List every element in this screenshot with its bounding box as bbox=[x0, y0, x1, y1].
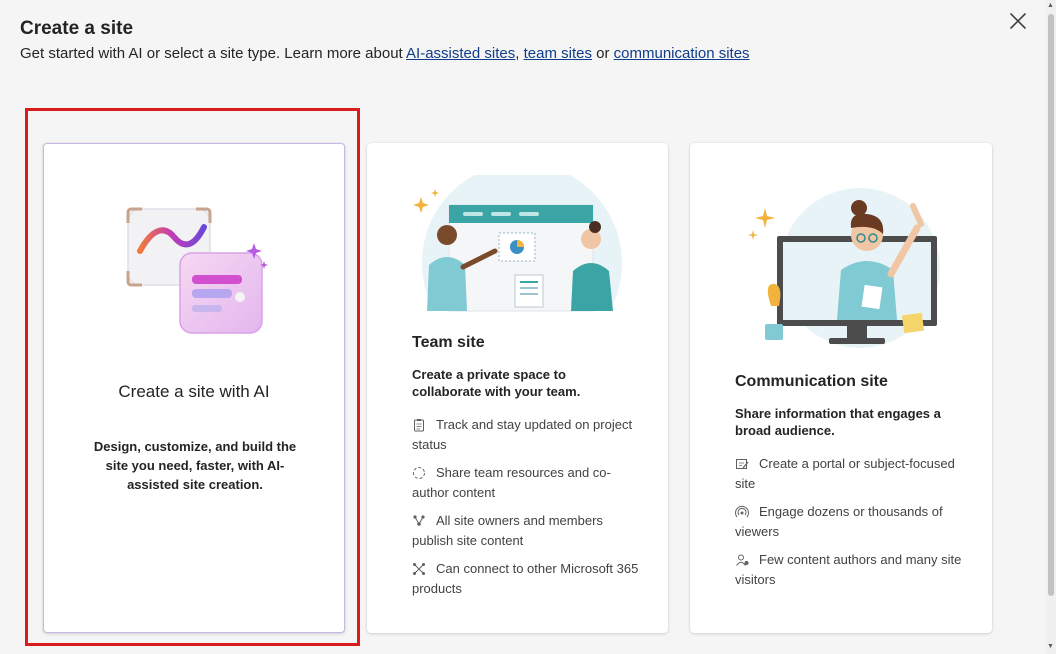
dialog-header: Create a site Get started with AI or sel… bbox=[20, 18, 750, 62]
ai-assisted-sites-link[interactable]: AI-assisted sites bbox=[406, 45, 515, 62]
subtitle-text: Get started with AI or select a site typ… bbox=[20, 45, 407, 62]
feature-text: Track and stay updated on project status bbox=[412, 417, 633, 452]
feature-text: Share team resources and co-author conte… bbox=[412, 465, 611, 500]
feature-item: Track and stay updated on project status bbox=[412, 415, 647, 455]
separator: , bbox=[515, 45, 524, 62]
feature-item: Create a portal or subject-focused site bbox=[735, 454, 970, 494]
communication-site-description: Share information that engages a broad a… bbox=[735, 406, 941, 438]
separator: or bbox=[591, 45, 614, 62]
feature-item: All site owners and members publish site… bbox=[412, 511, 647, 551]
communication-site-illustration bbox=[748, 188, 940, 348]
team-sites-link[interactable]: team sites bbox=[524, 45, 592, 62]
feature-item: Can connect to other Microsoft 365 produ… bbox=[412, 559, 647, 599]
scrollbar[interactable]: ▲ ▼ bbox=[1046, 0, 1056, 654]
team-site-description: Create a private space to collaborate wi… bbox=[412, 367, 581, 399]
dialog-title: Create a site bbox=[20, 18, 134, 39]
communication-site-card[interactable]: Communication site Share information tha… bbox=[690, 143, 992, 633]
connect-icon bbox=[413, 563, 425, 575]
scrollbar-thumb[interactable] bbox=[1048, 14, 1054, 596]
team-site-illustration bbox=[407, 175, 637, 315]
people-audience-icon bbox=[736, 554, 749, 566]
close-button[interactable] bbox=[1005, 8, 1031, 34]
feature-item: Share team resources and co-author conte… bbox=[412, 463, 647, 503]
ai-card-description: Design, customize, and build the site yo… bbox=[93, 439, 297, 492]
team-site-features: Track and stay updated on project status… bbox=[412, 415, 647, 607]
feature-text: Engage dozens or thousands of viewers bbox=[735, 504, 943, 539]
communication-site-title: Communication site bbox=[735, 373, 888, 390]
broadcast-icon bbox=[735, 505, 749, 518]
dialog-subtitle: Get started with AI or select a site typ… bbox=[20, 45, 750, 62]
close-icon bbox=[1010, 13, 1026, 29]
people-network-icon bbox=[413, 515, 425, 526]
feature-text: Create a portal or subject-focused site bbox=[735, 456, 955, 491]
create-site-with-ai-card[interactable]: Create a site with AI Design, customize,… bbox=[43, 143, 345, 633]
feature-text: Can connect to other Microsoft 365 produ… bbox=[412, 561, 639, 596]
clipboard-icon bbox=[414, 419, 424, 432]
communication-site-features: Create a portal or subject-focused site … bbox=[735, 454, 970, 598]
team-site-card[interactable]: Team site Create a private space to coll… bbox=[367, 143, 668, 633]
feature-text: Few content authors and many site visito… bbox=[735, 552, 962, 587]
feature-item: Engage dozens or thousands of viewers bbox=[735, 502, 970, 542]
feature-item: Few content authors and many site visito… bbox=[735, 550, 970, 590]
ai-card-title: Create a site with AI bbox=[118, 382, 270, 401]
feature-text: All site owners and members publish site… bbox=[412, 513, 603, 548]
edit-page-icon bbox=[736, 459, 749, 469]
scroll-down-arrow[interactable]: ▼ bbox=[1047, 643, 1054, 650]
scroll-up-arrow[interactable]: ▲ bbox=[1047, 2, 1054, 9]
share-circle-icon bbox=[413, 467, 425, 479]
ai-site-illustration bbox=[126, 207, 268, 334]
team-site-title: Team site bbox=[412, 334, 485, 351]
communication-sites-link[interactable]: communication sites bbox=[614, 45, 750, 62]
